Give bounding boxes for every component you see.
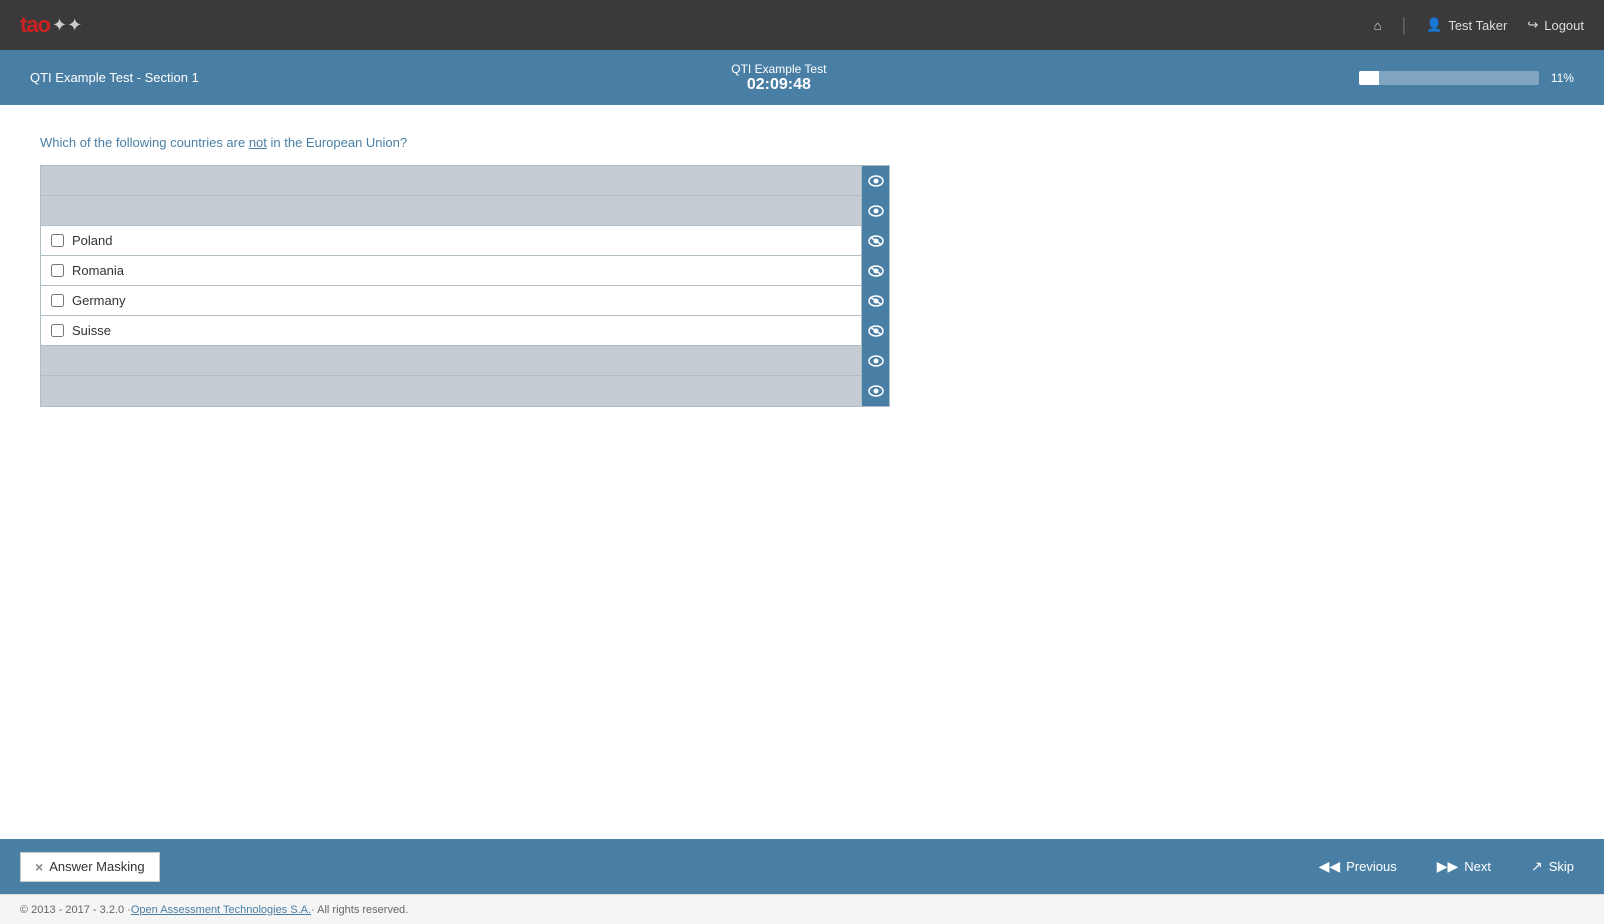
- mask-toggle-4[interactable]: [861, 256, 889, 286]
- user-icon: 👤: [1426, 17, 1442, 33]
- masking-x-icon: ×: [35, 859, 43, 875]
- eye-icon-7: [868, 355, 884, 367]
- mask-toggle-8[interactable]: [861, 376, 889, 406]
- answer-cell-4: Romania: [41, 258, 861, 283]
- nav-divider: |: [1401, 15, 1406, 36]
- answer-label-suisse: Suisse: [72, 323, 111, 338]
- eye-icon-8: [868, 385, 884, 397]
- answer-cell-3: Poland: [41, 228, 861, 253]
- skip-label: Skip: [1549, 859, 1574, 874]
- footer-suffix: · All rights reserved.: [311, 904, 408, 916]
- answer-row-4: Romania: [41, 256, 889, 286]
- logout-label: Logout: [1544, 18, 1584, 33]
- progress-bar-fill: [1359, 71, 1379, 85]
- previous-button[interactable]: ◀◀ Previous: [1309, 852, 1407, 881]
- eye-icon-1: [868, 175, 884, 187]
- timer: 02:09:48: [731, 76, 826, 94]
- mask-toggle-7[interactable]: [861, 346, 889, 376]
- question-text: Which of the following countries are not…: [40, 135, 1564, 150]
- bottom-left: × Answer Masking: [20, 852, 160, 882]
- checkbox-poland[interactable]: [51, 234, 64, 247]
- eye-icon-4: [868, 265, 884, 277]
- top-nav-right: ⌂ | 👤 Test Taker ↪ Logout: [1374, 15, 1584, 36]
- previous-label: Previous: [1346, 859, 1397, 874]
- user-profile-button[interactable]: 👤 Test Taker: [1426, 17, 1507, 33]
- previous-icon: ◀◀: [1319, 858, 1341, 875]
- answer-table: Poland Romania Germany: [40, 165, 890, 407]
- answer-cell-6: Suisse: [41, 318, 861, 343]
- logout-icon: ↪: [1527, 17, 1538, 33]
- masking-label: Answer Masking: [49, 859, 144, 874]
- header-center: QTI Example Test 02:09:48: [731, 62, 826, 94]
- eye-icon-3: [868, 235, 884, 247]
- answer-cell-7: [41, 356, 861, 366]
- answer-label-poland: Poland: [72, 233, 112, 248]
- mask-toggle-1[interactable]: [861, 166, 889, 196]
- answer-row-1: [41, 166, 889, 196]
- footer: © 2013 - 2017 - 3.2.0 · Open Assessment …: [0, 894, 1604, 924]
- question-emphasis: not: [249, 135, 267, 150]
- mask-toggle-5[interactable]: [861, 286, 889, 316]
- question-suffix: in the European Union?: [267, 135, 407, 150]
- main-content: Which of the following countries are not…: [0, 105, 1604, 839]
- logo-icon: ✦✦: [52, 15, 82, 36]
- section-title: QTI Example Test - Section 1: [30, 70, 199, 85]
- answer-cell-8: [41, 386, 861, 396]
- answer-row-2: [41, 196, 889, 226]
- checkbox-romania[interactable]: [51, 264, 64, 277]
- copyright-text: © 2013 - 2017 - 3.2.0 ·: [20, 904, 131, 916]
- answer-row-6: Suisse: [41, 316, 889, 346]
- answer-row-3: Poland: [41, 226, 889, 256]
- eye-icon-2: [868, 205, 884, 217]
- answer-label-romania: Romania: [72, 263, 124, 278]
- progress-percent: 11%: [1551, 71, 1574, 85]
- mask-toggle-3[interactable]: [861, 226, 889, 256]
- top-nav: tao ✦✦ ⌂ | 👤 Test Taker ↪ Logout: [0, 0, 1604, 50]
- answer-cell-2: [41, 206, 861, 216]
- answer-label-germany: Germany: [72, 293, 125, 308]
- answer-cell-1: [41, 176, 861, 186]
- logo-text: tao: [20, 12, 50, 38]
- skip-button[interactable]: ↗ Skip: [1521, 852, 1584, 881]
- checkbox-suisse[interactable]: [51, 324, 64, 337]
- next-icon: ▶▶: [1437, 858, 1459, 875]
- skip-icon: ↗: [1531, 858, 1543, 875]
- bottom-bar: × Answer Masking ◀◀ Previous ▶▶ Next ↗ S…: [0, 839, 1604, 894]
- mask-toggle-2[interactable]: [861, 196, 889, 226]
- checkbox-germany[interactable]: [51, 294, 64, 307]
- eye-icon-6: [868, 325, 884, 337]
- header-bar: QTI Example Test - Section 1 QTI Example…: [0, 50, 1604, 105]
- progress-bar: [1359, 71, 1539, 85]
- header-right: 11%: [1359, 71, 1574, 85]
- user-label: Test Taker: [1448, 18, 1507, 33]
- test-name: QTI Example Test: [731, 62, 826, 76]
- home-icon: ⌂: [1374, 18, 1382, 33]
- eye-icon-5: [868, 295, 884, 307]
- next-button[interactable]: ▶▶ Next: [1427, 852, 1501, 881]
- logout-button[interactable]: ↪ Logout: [1527, 17, 1584, 33]
- answer-row-7: [41, 346, 889, 376]
- logo: tao ✦✦: [20, 12, 82, 38]
- answer-row-5: Germany: [41, 286, 889, 316]
- bottom-right: ◀◀ Previous ▶▶ Next ↗ Skip: [1309, 852, 1584, 881]
- answer-row-8: [41, 376, 889, 406]
- footer-link[interactable]: Open Assessment Technologies S.A.: [131, 904, 311, 916]
- question-prefix: Which of the following countries are: [40, 135, 249, 150]
- answer-masking-button[interactable]: × Answer Masking: [20, 852, 160, 882]
- answer-cell-5: Germany: [41, 288, 861, 313]
- next-label: Next: [1464, 859, 1491, 874]
- home-button[interactable]: ⌂: [1374, 18, 1382, 33]
- mask-toggle-6[interactable]: [861, 316, 889, 346]
